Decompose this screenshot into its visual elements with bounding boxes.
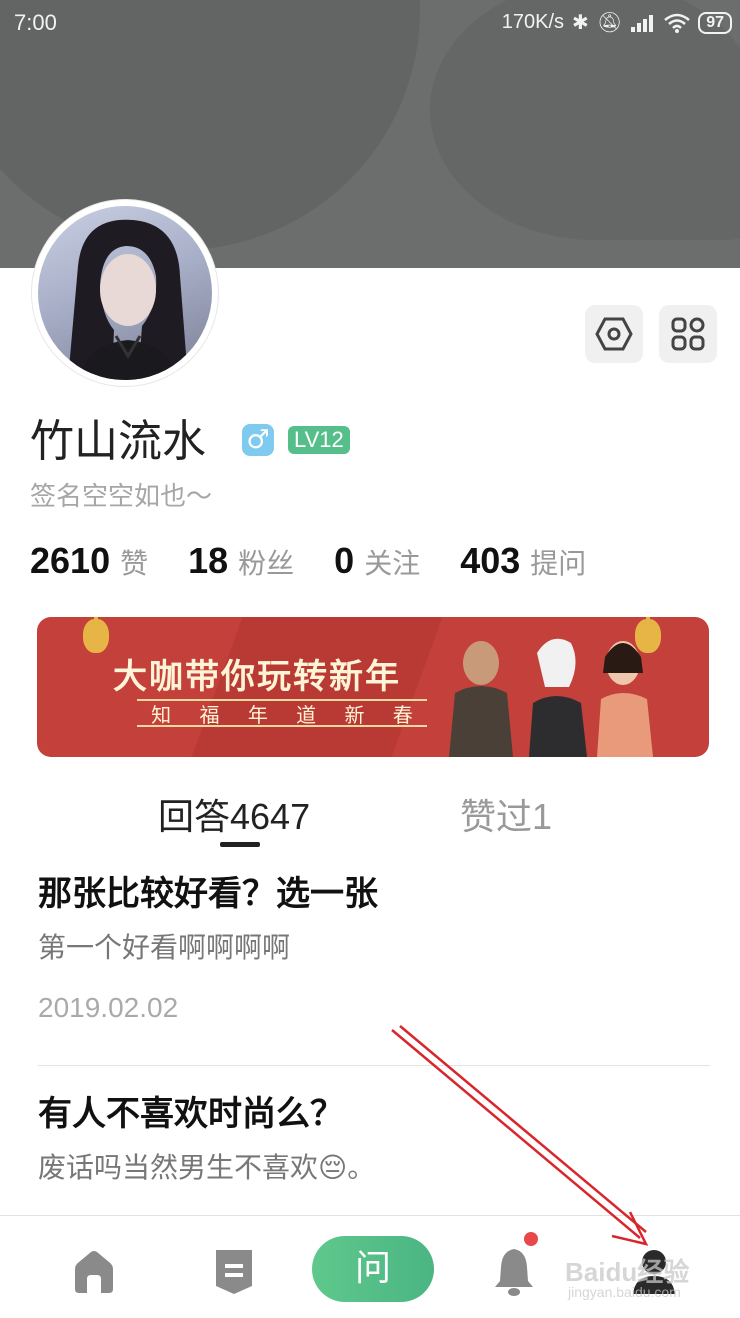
- promo-people-image: [449, 638, 653, 757]
- new-year-promo-banner[interactable]: 大咖带你玩转新年 知 福 年 道 新 春: [37, 617, 709, 757]
- stat-label: 粉丝: [238, 547, 295, 580]
- battery-indicator: 97: [698, 11, 732, 34]
- item-title: 有人不喜欢时尚么？: [38, 1094, 344, 1134]
- promo-char: 年: [247, 702, 268, 727]
- profile-stats: 2610 赞 18 粉丝 0 关注 403 提问: [30, 540, 626, 582]
- stat-following[interactable]: 0 关注: [334, 540, 420, 582]
- stat-value: 403: [460, 540, 521, 581]
- apps-grid-button[interactable]: [659, 305, 717, 363]
- signal-icon: [631, 14, 654, 32]
- username: 竹山流水: [30, 416, 206, 467]
- male-gender-icon: ♂: [242, 424, 274, 456]
- status-bar: 7:00 170K/s ✱ 🔕︎ 97: [0, 0, 740, 48]
- item-snippet: 第一个好看啊啊啊啊: [38, 931, 291, 964]
- stat-label: 赞: [120, 547, 149, 580]
- user-avatar[interactable]: [32, 200, 218, 386]
- promo-subtitle: 知 福 年 道 新 春: [137, 699, 427, 727]
- item-title: 那张比较好看？选一张: [38, 874, 378, 914]
- stat-value: 2610: [30, 540, 111, 581]
- promo-char: 知: [151, 702, 172, 727]
- user-signature: 签名空空如也～: [30, 482, 213, 512]
- stat-likes[interactable]: 2610 赞: [30, 540, 148, 582]
- promo-char: 福: [199, 702, 220, 727]
- level-badge: LV12: [288, 426, 350, 454]
- nav-home[interactable]: [70, 1246, 118, 1298]
- bell-icon: [495, 1249, 533, 1296]
- item-date: 2019.02.02: [38, 992, 179, 1023]
- status-time: 7:00: [14, 10, 57, 35]
- profile-tabs: 回答4647 赞过1: [0, 788, 740, 848]
- network-speed: 170K/s: [501, 11, 565, 33]
- active-tab-indicator: [220, 842, 260, 847]
- stat-questions[interactable]: 403 提问: [460, 540, 586, 582]
- notification-badge: [524, 1232, 538, 1246]
- promo-char: 新: [344, 702, 365, 727]
- settings-button[interactable]: [585, 305, 643, 363]
- stat-value: 18: [188, 540, 229, 581]
- tab-liked[interactable]: 赞过1: [460, 788, 552, 840]
- stat-followers[interactable]: 18 粉丝: [188, 540, 294, 582]
- tab-answers[interactable]: 回答4647: [158, 788, 310, 840]
- list-item[interactable]: 有人不喜欢时尚么？ 废话吗当然男生不喜欢😔。: [38, 1090, 710, 1190]
- watermark-url: jingyan.baidu.com: [568, 1284, 681, 1300]
- stat-label: 关注: [364, 547, 421, 580]
- nav-notifications[interactable]: [490, 1246, 538, 1298]
- list-icon: [216, 1250, 252, 1294]
- apps-grid-icon: [671, 317, 705, 351]
- bluetooth-icon: ✱: [572, 12, 589, 34]
- wifi-icon: [664, 13, 691, 33]
- lantern-icon: [83, 617, 109, 653]
- ask-question-button[interactable]: 问: [312, 1236, 434, 1302]
- promo-title: 大咖带你玩转新年: [113, 657, 401, 697]
- home-icon: [75, 1251, 113, 1293]
- stat-label: 提问: [530, 547, 587, 580]
- stat-value: 0: [334, 540, 355, 581]
- nav-list[interactable]: [210, 1246, 258, 1298]
- settings-icon: [595, 317, 633, 351]
- list-item[interactable]: 那张比较好看？选一张 第一个好看啊啊啊啊 2019.02.02: [38, 870, 710, 1066]
- promo-char: 道: [296, 702, 317, 727]
- item-snippet: 废话吗当然男生不喜欢😔。: [38, 1151, 376, 1184]
- mute-icon: 🔕︎: [596, 12, 623, 34]
- promo-char: 春: [392, 702, 413, 727]
